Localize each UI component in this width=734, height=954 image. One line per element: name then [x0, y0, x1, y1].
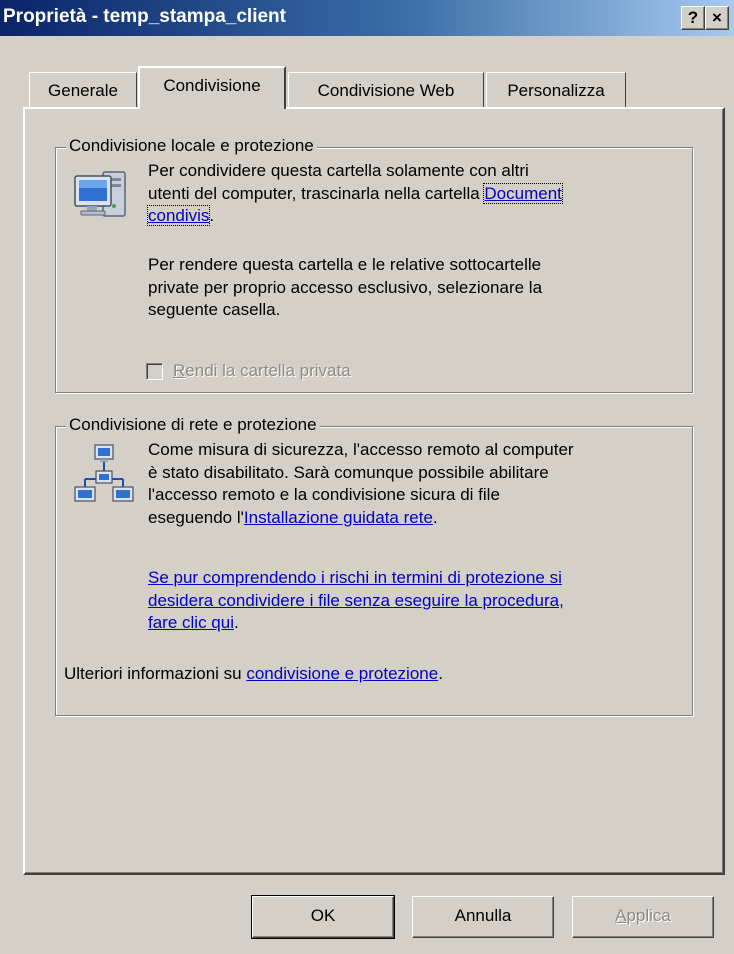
tab-condivisione-web[interactable]: Condivisione Web [288, 72, 484, 108]
tab-personalizza[interactable]: Personalizza [486, 72, 626, 108]
network-para1-suffix: . [432, 507, 438, 527]
local-para1-line2: utenti del computer, trascinarla nella c… [148, 183, 485, 203]
ok-button[interactable]: OK [251, 895, 395, 939]
more-info-suffix: . [438, 664, 443, 683]
local-para2-line3: seguente casella. [148, 300, 281, 319]
group-local-legend: Condivisione locale e protezione [66, 136, 317, 156]
more-info-text: Ulteriori informazioni su [64, 664, 247, 683]
local-para2-line2: private per proprio accesso esclusivo, s… [148, 277, 543, 297]
network-para1-line3: l'accesso remoto e la condivisione sicur… [148, 485, 500, 504]
share-without-wizard-link-line3[interactable]: fare clic qui [148, 613, 234, 632]
network-icon [73, 443, 135, 512]
private-folder-checkbox[interactable] [146, 362, 163, 380]
cancel-button[interactable]: Annulla [412, 896, 554, 938]
group-network-sharing: Condivisione di rete e protezione Come m… [55, 415, 693, 716]
tab-generale[interactable]: Generale [29, 72, 137, 108]
properties-dialog: Proprietà - temp_stampa_client ? × Gener… [0, 0, 734, 954]
close-icon: × [712, 8, 722, 27]
apply-mnemonic: A [615, 906, 627, 925]
tab-condivisione[interactable]: Condivisione [138, 66, 286, 109]
local-para1-suffix: . [209, 206, 215, 225]
local-para1-line1: Per condividere questa cartella solament… [148, 161, 529, 180]
local-para2-line1: Per rendere questa cartella e le relativ… [148, 255, 542, 274]
network-para1-line1: Come misura di sicurezza, l'accesso remo… [148, 440, 574, 459]
group-local-sharing: Condivisione locale e protezione Per con… [55, 136, 693, 393]
network-setup-wizard-link[interactable]: Installazione guidata rete [244, 508, 433, 527]
title-bar[interactable]: Proprietà - temp_stampa_client ? × [0, 0, 734, 36]
network-para1-line2: è stato disabilitato. Sarà comunque poss… [148, 462, 549, 482]
private-folder-label: Rendi la cartella privata [173, 361, 351, 381]
share-without-wizard-suffix: . [233, 613, 239, 632]
window-title: Proprietà - temp_stampa_client [3, 6, 286, 27]
apply-button[interactable]: Applica [572, 896, 714, 938]
shared-documents-link-part2[interactable]: condivis [146, 205, 211, 226]
group-network-legend: Condivisione di rete e protezione [66, 415, 320, 435]
private-folder-label-rest: endi la cartella privata [185, 361, 351, 380]
share-without-wizard-link-line1[interactable]: Se pur comprendendo i rischi in termini … [148, 567, 564, 590]
help-icon: ? [687, 8, 699, 27]
help-button[interactable]: ? [681, 6, 705, 30]
share-without-wizard-link-line2[interactable]: desidera condividere i file senza esegui… [148, 590, 564, 613]
shared-documents-link-part1[interactable]: Document [483, 182, 563, 204]
private-folder-mnemonic: R [173, 361, 186, 380]
computer-icon [73, 166, 135, 229]
sharing-security-link[interactable]: condivisione e protezione [246, 664, 438, 683]
network-para1-line4: eseguendo l' [148, 507, 244, 527]
tab-panel-condivisione: Condivisione locale e protezione Per con… [23, 107, 725, 875]
private-folder-checkbox-row[interactable]: Rendi la cartella privata [146, 361, 351, 381]
close-button[interactable]: × [705, 6, 729, 30]
apply-label-rest: pplica [626, 906, 671, 925]
